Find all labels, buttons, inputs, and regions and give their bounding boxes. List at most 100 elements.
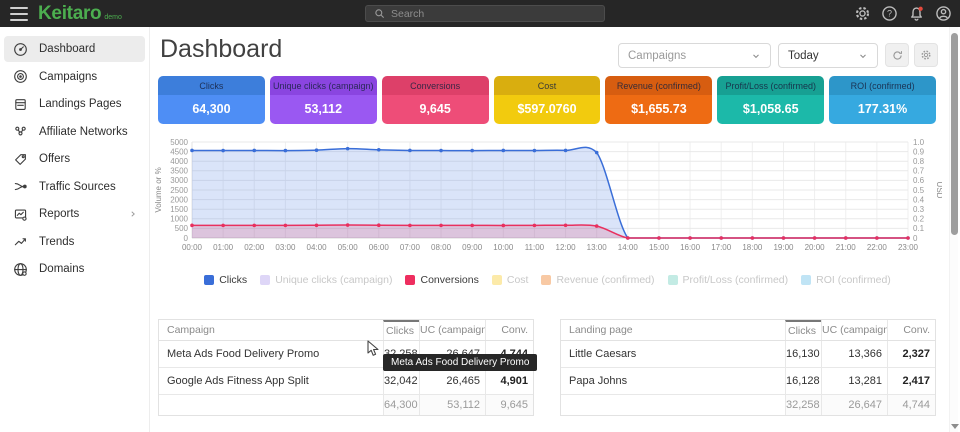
tag-icon — [13, 152, 28, 167]
table-row-little-caesars[interactable]: Little Caesars16,13013,3662,327 — [561, 341, 935, 368]
svg-text:02:00: 02:00 — [244, 243, 265, 252]
row-value: 26,465 — [419, 368, 485, 394]
column-header-conv[interactable]: Conv. — [887, 320, 935, 340]
sidebar: Dashboard CampaignsLandings PagesAffiliat… — [0, 27, 150, 432]
svg-text:0.7: 0.7 — [913, 167, 925, 176]
user-icon[interactable] — [934, 5, 952, 23]
svg-text:0.8: 0.8 — [913, 157, 925, 166]
landings-table: Landing pageClicksUC (campaign)Conv.Litt… — [560, 319, 936, 416]
svg-text:09:00: 09:00 — [462, 243, 483, 252]
table-header-row: CampaignClicksUC (campaign)Conv. — [159, 320, 533, 341]
svg-text:20:00: 20:00 — [805, 243, 826, 252]
row-value: 2,417 — [887, 368, 935, 394]
row-value: 16,130 — [785, 341, 821, 367]
app-logo[interactable]: Keitaro — [38, 0, 101, 27]
stat-card-value: $1,655.73 — [605, 95, 712, 124]
row-name[interactable]: Google Ads Fitness App Split — [159, 368, 383, 394]
column-header-campaign[interactable]: Campaign — [159, 320, 383, 340]
column-header-uc-campaign[interactable]: UC (campaign) — [821, 320, 887, 340]
topbar-icons: ? — [853, 0, 952, 27]
row-value: 16,128 — [785, 368, 821, 394]
row-name[interactable]: Little Caesars — [561, 341, 785, 367]
row-name[interactable]: Meta Ads Food Delivery Promo — [159, 341, 383, 367]
refresh-button[interactable] — [885, 43, 909, 67]
svg-text:0.2: 0.2 — [913, 215, 925, 224]
legend-label: Profit/Loss (confirmed) — [683, 274, 789, 286]
svg-text:05:00: 05:00 — [338, 243, 359, 252]
column-header-uc-campaign[interactable]: UC (campaign) — [419, 320, 485, 340]
legend-item-profit-loss-confirmed[interactable]: Profit/Loss (confirmed) — [668, 274, 789, 286]
refresh-icon — [891, 49, 904, 62]
campaigns-filter-select[interactable]: Campaigns — [618, 43, 771, 68]
svg-text:10:00: 10:00 — [493, 243, 514, 252]
chevron-right-icon — [129, 210, 137, 218]
scroll-down-icon[interactable] — [951, 424, 959, 429]
legend-item-revenue-confirmed[interactable]: Revenue (confirmed) — [541, 274, 654, 286]
gauge-icon — [13, 42, 28, 57]
column-header-conv[interactable]: Conv. — [485, 320, 533, 340]
dashboard-settings-button[interactable] — [914, 43, 938, 67]
svg-text:Volume or %: Volume or % — [154, 167, 163, 212]
date-range-value: Today — [788, 50, 819, 62]
row-value: 4,901 — [485, 368, 533, 394]
chevron-down-icon — [858, 51, 868, 61]
stat-card-value: $597.0760 — [494, 95, 601, 124]
sidebar-item-label: Dashboard — [39, 43, 95, 55]
help-icon[interactable]: ? — [880, 5, 898, 23]
sidebar-item-dashboard[interactable]: Dashboard — [4, 36, 145, 62]
totals-spacer — [561, 395, 785, 415]
sidebar-item-campaigns[interactable]: Campaigns — [4, 64, 145, 90]
search-input[interactable] — [385, 6, 604, 21]
bell-icon[interactable] — [907, 5, 925, 23]
column-header-clicks[interactable]: Clicks — [785, 320, 821, 340]
row-name[interactable]: Papa Johns — [561, 368, 785, 394]
svg-text:16:00: 16:00 — [680, 243, 701, 252]
legend-item-unique-clicks-campaign[interactable]: Unique clicks (campaign) — [260, 274, 392, 286]
totals-value: 53,112 — [419, 395, 485, 415]
scrollbar-thumb[interactable] — [951, 33, 958, 235]
stat-card-clicks: Clicks64,300 — [158, 76, 265, 124]
svg-text:15:00: 15:00 — [649, 243, 670, 252]
date-range-select[interactable]: Today — [778, 43, 878, 68]
svg-text:4000: 4000 — [170, 157, 188, 166]
column-header-clicks[interactable]: Clicks — [383, 320, 419, 340]
svg-text:00:00: 00:00 — [182, 243, 203, 252]
topbar: Keitaro demo ? — [0, 0, 960, 27]
totals-spacer — [159, 395, 383, 415]
gear-icon[interactable] — [853, 5, 871, 23]
legend-item-conversions[interactable]: Conversions — [405, 274, 478, 286]
legend-item-roi-confirmed[interactable]: ROI (confirmed) — [801, 274, 891, 286]
stat-card-roi-confirmed: ROI (confirmed)177.31% — [829, 76, 936, 124]
stat-card-label: Unique clicks (campaign) — [270, 76, 377, 95]
sidebar-item-traffic-sources[interactable]: Traffic Sources — [4, 174, 145, 200]
stat-card-value: 177.31% — [829, 95, 936, 124]
svg-text:12:00: 12:00 — [556, 243, 577, 252]
sidebar-item-domains[interactable]: Domains — [4, 256, 145, 282]
menu-icon[interactable] — [10, 7, 28, 21]
search-box[interactable] — [365, 5, 605, 22]
stat-card-value: 9,645 — [382, 95, 489, 124]
sidebar-item-landings-pages[interactable]: Landings Pages — [4, 91, 145, 117]
table-header-row: Landing pageClicksUC (campaign)Conv. — [561, 320, 935, 341]
search-icon — [366, 8, 385, 19]
svg-text:07:00: 07:00 — [400, 243, 421, 252]
sidebar-item-trends[interactable]: Trends — [4, 229, 145, 255]
stat-card-conversions: Conversions9,645 — [382, 76, 489, 124]
table-row-google-ads-fitness-app-split[interactable]: Google Ads Fitness App Split32,04226,465… — [159, 368, 533, 395]
sidebar-item-reports[interactable]: Reports — [4, 201, 145, 227]
table-row-papa-johns[interactable]: Papa Johns16,12813,2812,417 — [561, 368, 935, 395]
sidebar-item-affiliate-networks[interactable]: Affiliate Networks — [4, 119, 145, 145]
legend-item-clicks[interactable]: Clicks — [204, 274, 247, 286]
mouse-cursor — [367, 340, 381, 363]
demo-badge: demo — [104, 14, 122, 21]
notification-dot — [918, 7, 922, 11]
column-header-landing-page[interactable]: Landing page — [561, 320, 785, 340]
legend-item-cost[interactable]: Cost — [492, 274, 529, 286]
branch-icon — [13, 179, 28, 194]
row-value: 13,281 — [821, 368, 887, 394]
chart-legend: Clicks Unique clicks (campaign) Conversion… — [150, 274, 945, 286]
sidebar-item-offers[interactable]: Offers — [4, 146, 145, 172]
svg-text:1500: 1500 — [170, 205, 188, 214]
trend-icon — [13, 234, 28, 249]
sidebar-item-label: Reports — [39, 208, 79, 220]
